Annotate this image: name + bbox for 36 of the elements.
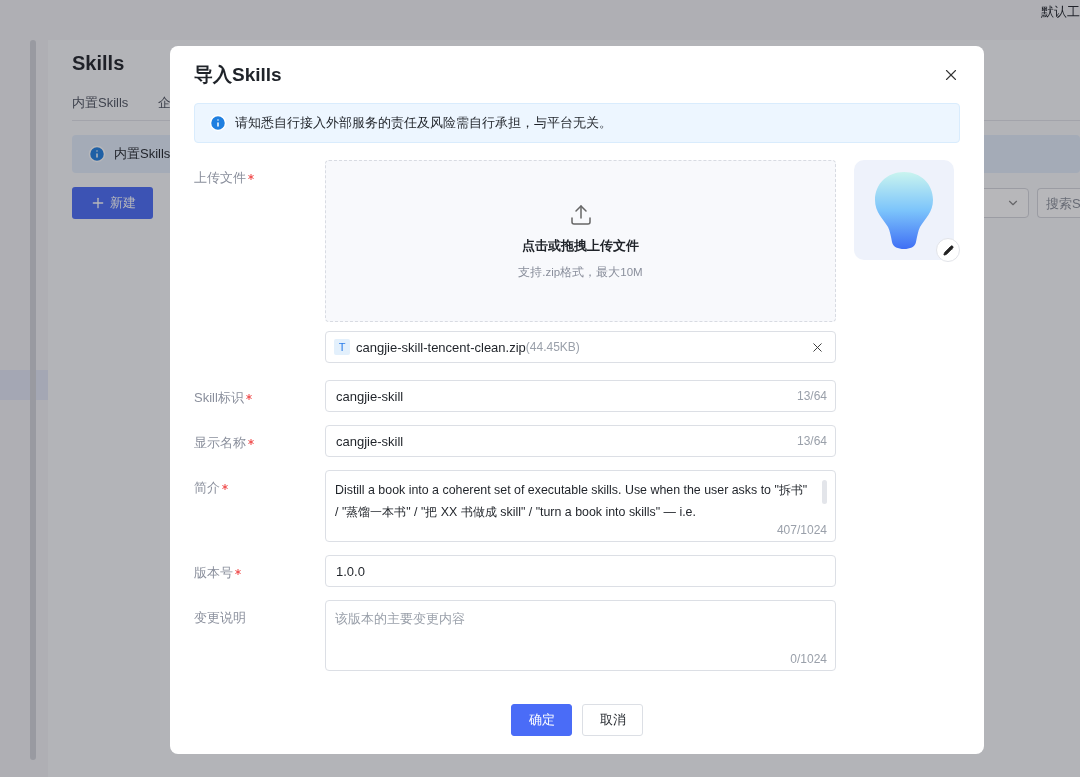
field-value: cangjie-skill [336, 433, 405, 449]
search-field[interactable]: 搜索S [1037, 188, 1080, 218]
text-field[interactable]: cangjie-skill 13/64 [325, 425, 836, 457]
field-label: 上传文件 [194, 160, 325, 187]
char-counter: 13/64 [796, 389, 827, 403]
new-button[interactable]: 新建 [72, 187, 153, 219]
upload-prompt: 点击或拖拽上传文件 [522, 236, 639, 255]
tab[interactable]: 内置Skills [72, 94, 129, 112]
char-counter: 407/1024 [776, 523, 827, 537]
field-label: 显示名称 [194, 425, 325, 452]
text-area[interactable]: Distill a book into a coherent set of executable skills. Use when the user asks to "拆书" / "蒸馏一本书" / "把 XX 书做成 skill" / "turn a book into skills" — i.e. 407/1024 [325, 470, 836, 542]
field-value: 1.0.0 [336, 563, 366, 579]
field-label: 简介 [194, 470, 325, 497]
field-value: Distill a book into a coherent set of executable skills. Use when the user asks to "拆书" / "蒸馏一本书" / "把 XX 书做成 skill" / "turn a book into skills" — i.e. [335, 482, 809, 521]
upload-dropzone[interactable]: 点击或拖拽上传文件 支持.zip格式，最大10M [325, 160, 836, 322]
char-counter: 0/1024 [790, 652, 827, 666]
info-text: 内置Skills [114, 145, 171, 163]
file-size: (44.45KB) [525, 340, 581, 354]
cancel-button[interactable]: 取消 [582, 704, 643, 736]
field-label: Skill标识 [194, 380, 325, 407]
page-title: Skills [72, 52, 125, 76]
field-value: cangjie-skill [336, 388, 405, 404]
confirm-button[interactable]: 确定 [511, 704, 572, 736]
field-label: 变更说明 [194, 609, 247, 627]
text-field[interactable]: cangjie-skill 13/64 [325, 380, 836, 412]
notice-text: 请知悉自行接入外部服务的责任及风险需自行承担，与平台无关。 [235, 114, 612, 132]
field-label: 版本号 [194, 555, 325, 582]
file-type-badge: T [334, 339, 350, 355]
workspace-name[interactable]: 默认工 [1041, 3, 1080, 21]
dialog-title: 导入Skills [194, 63, 282, 87]
placeholder-text: 该版本的主要变更内容 [335, 610, 466, 628]
file-name: cangjie-skill-tencent-clean.zip [356, 339, 526, 355]
text-field[interactable]: 1.0.0 [325, 555, 836, 587]
upload-hint: 支持.zip格式，最大10M [518, 264, 643, 280]
tab[interactable]: 企 [158, 94, 172, 112]
char-counter: 13/64 [796, 434, 827, 448]
